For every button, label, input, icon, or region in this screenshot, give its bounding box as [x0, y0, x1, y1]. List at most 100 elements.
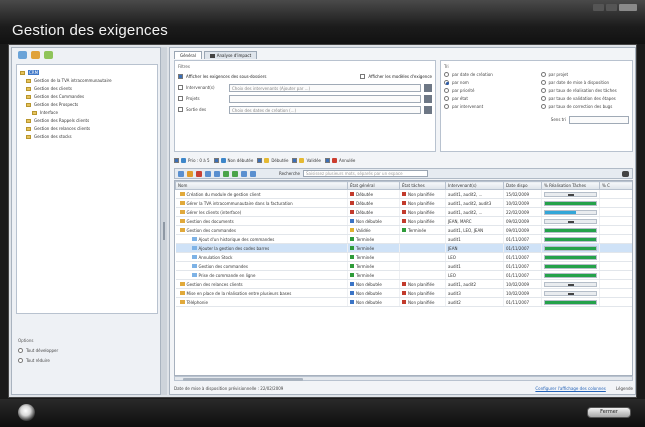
status-filter-button[interactable]: Non débutée	[213, 158, 253, 163]
table-row[interactable]: Ajout d'un historique des commandes Termi…	[175, 234, 632, 244]
sort-option[interactable]: par intervenant	[444, 104, 533, 109]
status-filter-checkbox[interactable]	[292, 158, 298, 163]
tree-item[interactable]: CRM	[20, 69, 154, 76]
status-filter-checkbox[interactable]	[257, 158, 263, 163]
sort-option[interactable]: par date de création	[444, 72, 533, 77]
collapse-icon[interactable]	[250, 170, 256, 177]
tree-item[interactable]: Gestion des relances clients	[20, 125, 154, 132]
sort-option[interactable]: par projet	[540, 72, 630, 77]
filter-checkbox[interactable]	[178, 107, 183, 112]
link-icon[interactable]	[232, 170, 238, 177]
status-filter-button[interactable]: Annulée	[325, 158, 355, 163]
sort-radio[interactable]	[540, 104, 546, 109]
filter-field[interactable]: Choix des intervenants (Ajouter par ...)	[229, 83, 421, 92]
sort-radio[interactable]	[444, 104, 449, 109]
panel-splitter[interactable]	[161, 47, 167, 395]
configure-columns-link[interactable]: Configurer l'affichage des colonnes	[535, 386, 605, 391]
column-header[interactable]: État général	[347, 181, 400, 190]
horizontal-scrollbar[interactable]	[174, 376, 633, 381]
edit-icon[interactable]	[187, 170, 193, 177]
tab-item[interactable]: Général	[174, 51, 202, 59]
sort-radio[interactable]	[540, 88, 546, 93]
legend-button[interactable]: Légende	[616, 386, 633, 391]
sort-option[interactable]: par priorité	[444, 88, 533, 93]
minimize-icon[interactable]	[593, 4, 604, 11]
browse-icon[interactable]	[424, 94, 432, 103]
sort-radio[interactable]	[540, 96, 546, 101]
table-row[interactable]: Gestion des relances clients Non débutée N…	[175, 279, 632, 289]
table-row[interactable]: Gestion des commandes Terminée audit1 01/11…	[175, 261, 632, 271]
table-row[interactable]: Ajouter la gestion des codes barres Termi…	[175, 243, 632, 253]
sort-radio[interactable]	[540, 80, 546, 85]
sort-option[interactable]: par taux de réalisation des tâches	[540, 88, 630, 93]
browse-icon[interactable]	[424, 83, 432, 92]
sort-option[interactable]: par taux de correction des bugs	[540, 104, 630, 109]
close-icon[interactable]	[619, 4, 637, 11]
tree-item[interactable]: Gestion des clients	[20, 85, 154, 92]
filter-field[interactable]: Choix des dates de création (...)	[229, 105, 421, 114]
expand-icon[interactable]	[241, 170, 247, 177]
column-header[interactable]: Intervenant(s)	[445, 181, 504, 190]
tree-item[interactable]: Gestion des Rappels clients	[20, 117, 154, 124]
move-up-icon[interactable]	[205, 170, 211, 177]
binoculars-icon[interactable]	[622, 170, 629, 177]
table-row[interactable]: Création du module de gestion client Débu…	[175, 189, 632, 199]
status-filter-checkbox[interactable]	[174, 158, 179, 163]
sort-order-select[interactable]	[569, 115, 629, 124]
tree-item[interactable]: Gestion des Commandes	[20, 93, 154, 100]
sort-radio[interactable]	[540, 72, 546, 77]
sort-radio[interactable]	[444, 80, 449, 85]
sort-radio[interactable]	[444, 72, 449, 77]
filter-checkbox[interactable]	[178, 96, 183, 101]
table-row[interactable]: Téléphonie Non débutée Non planifiée audit2…	[175, 297, 632, 307]
tree-item[interactable]: Gestion de la TVA intracommunautaire	[20, 77, 154, 84]
validate-icon[interactable]	[223, 170, 229, 177]
table-row[interactable]: Gestion des documents Non débutée Non plan…	[175, 216, 632, 226]
status-filter-checkbox[interactable]	[325, 158, 331, 163]
new-requirement-icon[interactable]	[31, 51, 40, 59]
filter-checkbox[interactable]	[178, 85, 183, 90]
sort-radio[interactable]	[444, 88, 449, 93]
tree-item[interactable]: Interface	[20, 109, 154, 116]
option-item[interactable]: Tout développer	[18, 348, 158, 353]
table-row[interactable]: Gestion des commandes Validée Terminée audi…	[175, 225, 632, 235]
filter-field[interactable]	[229, 94, 421, 103]
move-down-icon[interactable]	[214, 170, 220, 177]
progress-bar	[544, 227, 597, 233]
close-button[interactable]: Fermer	[587, 407, 631, 418]
status-filter-button[interactable]: Validée	[292, 158, 321, 163]
column-header[interactable]: % C	[599, 181, 632, 190]
column-header[interactable]: Date dispo	[503, 181, 542, 190]
column-header[interactable]: État tâches	[399, 181, 446, 190]
show-templates-checkbox[interactable]	[360, 74, 366, 79]
option-item[interactable]: Tout réduire	[18, 358, 158, 363]
table-row[interactable]: Prise de commande en ligne Terminée LEO 01/…	[175, 270, 632, 280]
status-filter-button[interactable]: Débutée	[257, 158, 288, 163]
search-input[interactable]: Saisissez plusieurs mots, séparés par un…	[303, 170, 429, 177]
tree-item[interactable]: Gestion des Prospects	[20, 101, 154, 108]
status-filter-checkbox[interactable]	[213, 158, 219, 163]
column-header[interactable]: Nom	[175, 181, 348, 190]
table-row[interactable]: Gérer les clients (interface) Débutée Non …	[175, 207, 632, 217]
option-radio[interactable]	[18, 358, 23, 363]
sort-option[interactable]: par nom	[444, 80, 533, 85]
tab-item[interactable]: Analyse d'impact	[203, 51, 258, 59]
sort-option[interactable]: par état	[444, 96, 533, 101]
refresh-icon[interactable]	[44, 51, 53, 59]
status-filter-button[interactable]: Prio : 0 à 5	[174, 158, 210, 163]
sort-radio[interactable]	[444, 96, 449, 101]
delete-icon[interactable]	[196, 170, 202, 177]
option-radio[interactable]	[18, 348, 23, 353]
tree-item[interactable]: Gestion des stocks	[20, 133, 154, 140]
add-icon[interactable]	[178, 170, 184, 177]
add-folder-icon[interactable]	[18, 51, 27, 59]
maximize-icon[interactable]	[606, 4, 617, 11]
sort-option[interactable]: par taux de validation des étapes	[540, 96, 630, 101]
browse-icon[interactable]	[424, 105, 432, 114]
table-row[interactable]: Mise en place de la réalisation entre pl…	[175, 288, 632, 298]
table-row[interactable]: Gérer la TVA intracommunautaire dans la …	[175, 198, 632, 208]
column-header[interactable]: % Réalisation Tâches	[541, 181, 600, 190]
sort-option[interactable]: par date de mise à disposition	[540, 80, 630, 85]
show-sub-checkbox[interactable]	[178, 74, 183, 79]
table-row[interactable]: Annulation Stock Terminée LEO 01/11/2007	[175, 252, 632, 262]
